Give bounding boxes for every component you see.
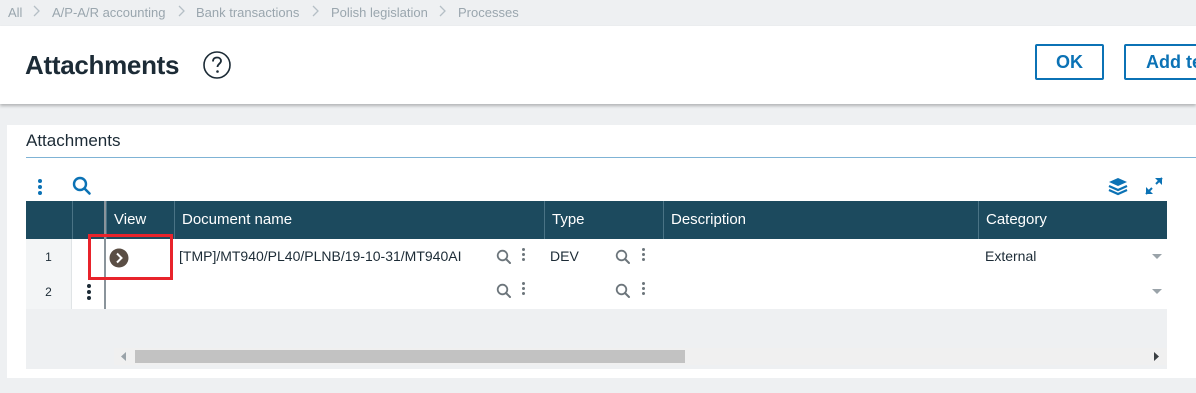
chevron-right-icon [178,5,185,17]
type-cell[interactable]: DEV [550,239,620,274]
more-vertical-icon[interactable] [87,284,91,302]
breadcrumb-item-bank-transactions[interactable]: Bank transactions [196,5,299,20]
attachments-grid: View Document name Type Description Cate… [26,201,1167,369]
column-header-document-name[interactable]: Document name [174,201,544,239]
breadcrumb: All A/P-A/R accounting Bank transactions… [0,0,1196,26]
search-icon[interactable] [496,249,512,265]
search-icon[interactable] [615,249,631,265]
chevron-right-icon [33,5,40,17]
chevron-down-icon[interactable] [1151,253,1163,261]
layers-icon[interactable] [1107,176,1129,196]
description-cell[interactable] [670,239,970,274]
page-header: Attachments OK Add te [0,26,1196,104]
horizontal-scrollbar[interactable] [114,348,1167,365]
row-number: 2 [26,274,72,309]
add-text-button[interactable]: Add te [1124,44,1196,80]
type-cell[interactable] [550,274,620,309]
more-vertical-icon[interactable] [642,282,646,297]
chevron-down-icon[interactable] [1151,288,1163,296]
table-row: 2 [26,274,1167,309]
row-number: 1 [26,239,72,274]
breadcrumb-item-ap-ar[interactable]: A/P-A/R accounting [52,5,165,20]
category-cell[interactable] [985,274,1135,309]
attachments-panel: Attachments View Document name Type Desc… [7,125,1196,378]
ok-button[interactable]: OK [1035,44,1104,80]
search-icon[interactable] [496,283,512,299]
breadcrumb-item-all[interactable]: All [8,5,22,20]
scrollbar-thumb[interactable] [135,350,685,363]
breadcrumb-item-processes[interactable]: Processes [458,5,519,20]
chevron-right-icon [312,5,319,17]
more-vertical-icon[interactable] [642,248,646,263]
page-title: Attachments [25,50,180,80]
more-vertical-icon[interactable] [522,282,526,297]
table-row: 1 [TMP]/MT940/PL40/PLNB/19-10-31/MT940AI… [26,239,1167,274]
more-vertical-icon[interactable] [38,179,42,197]
more-vertical-icon[interactable] [522,248,526,263]
search-icon[interactable] [72,176,92,196]
section-divider [26,157,1196,158]
grid-header-row: View Document name Type Description Cate… [26,201,1167,239]
scroll-left-icon[interactable] [120,352,128,361]
description-cell[interactable] [670,274,970,309]
scroll-right-icon[interactable] [1152,352,1160,361]
chevron-right-icon [439,5,446,17]
question-circle-icon[interactable] [202,50,232,80]
breadcrumb-item-polish-legislation[interactable]: Polish legislation [331,5,428,20]
column-header-category[interactable]: Category [978,201,1167,239]
category-cell[interactable]: External [985,239,1135,274]
header-rownum [26,201,72,239]
section-title: Attachments [26,131,121,150]
document-name-cell[interactable] [179,274,487,309]
column-header-type[interactable]: Type [544,201,663,239]
highlight-annotation [88,234,173,280]
search-icon[interactable] [615,283,631,299]
expand-icon[interactable] [1144,176,1164,196]
column-header-description[interactable]: Description [663,201,978,239]
document-name-cell[interactable]: [TMP]/MT940/PL40/PLNB/19-10-31/MT940AI [179,239,487,274]
